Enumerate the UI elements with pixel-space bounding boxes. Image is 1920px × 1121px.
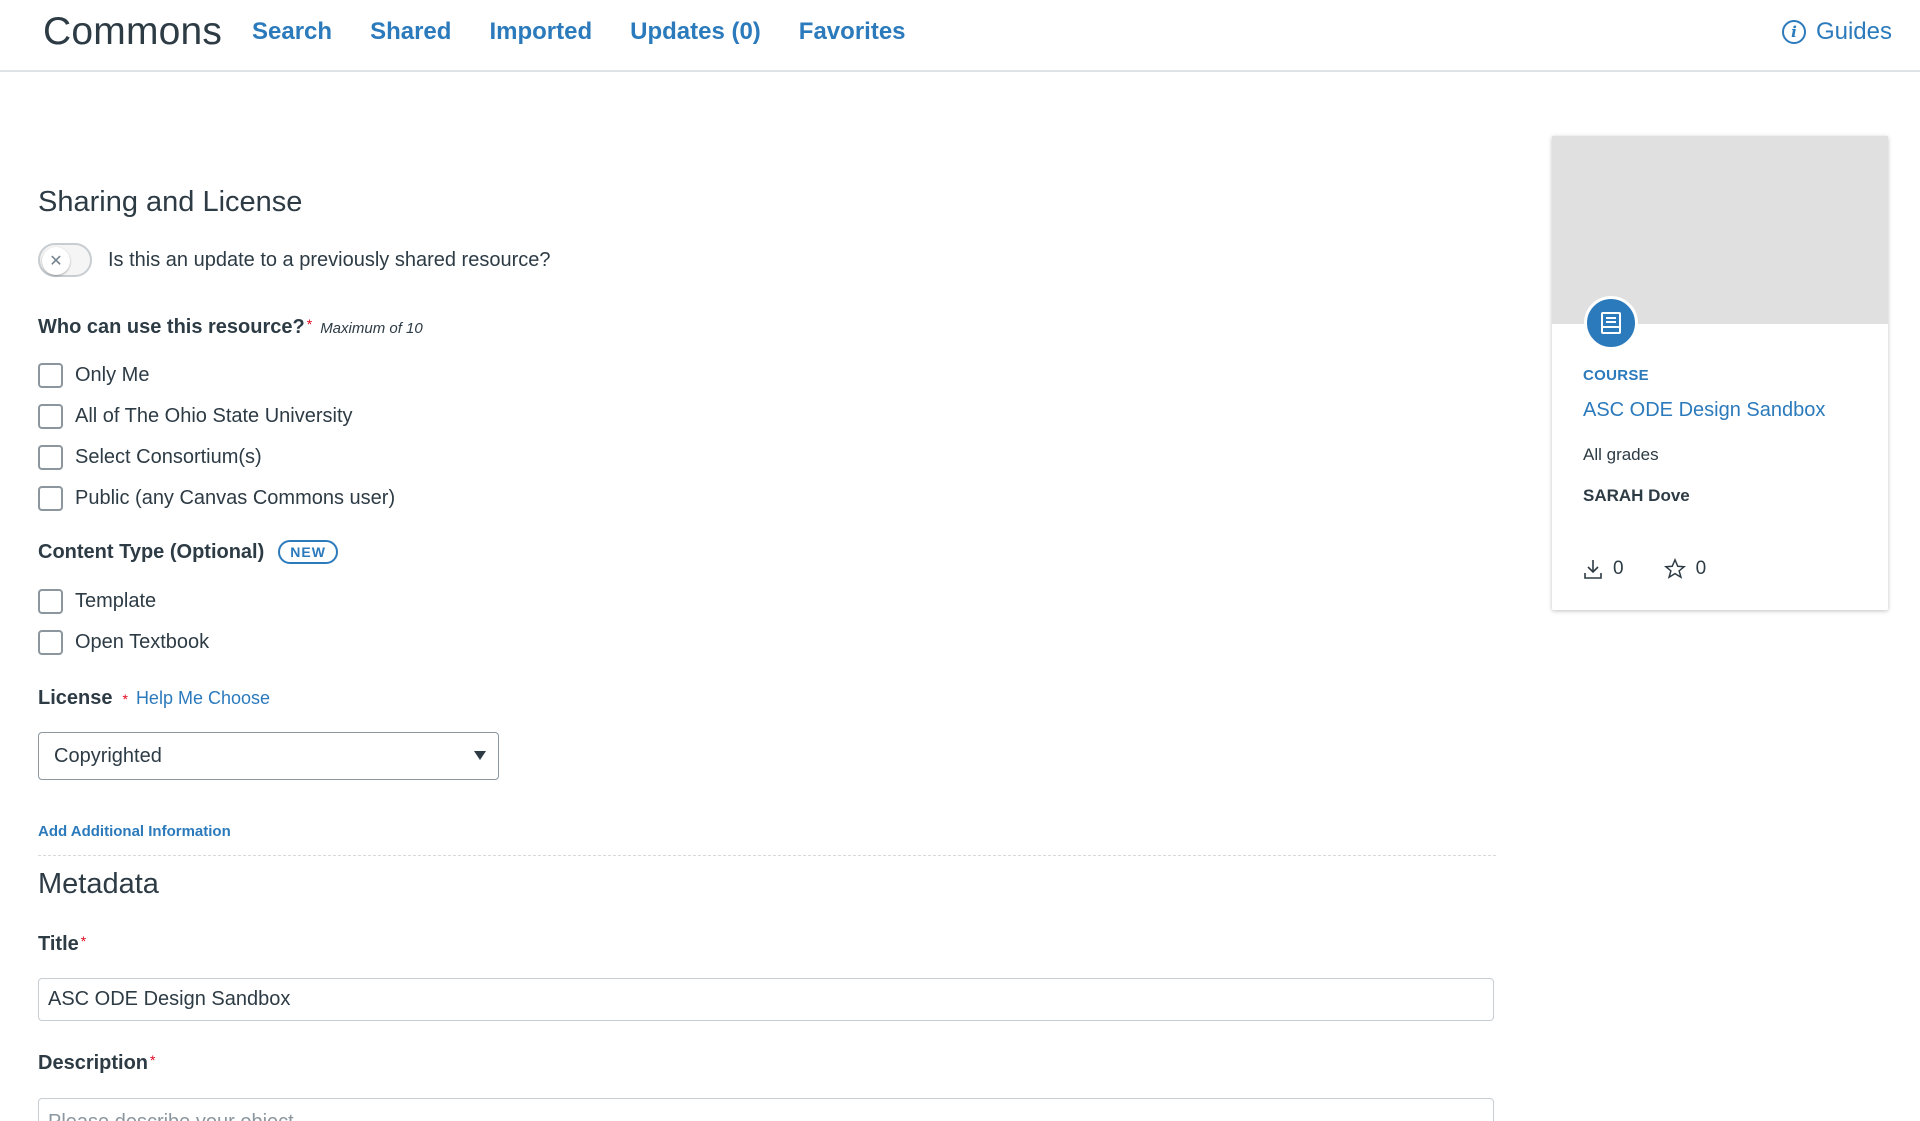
- checkbox[interactable]: [38, 444, 63, 470]
- required-asterisk: *: [122, 691, 128, 707]
- option-open-textbook[interactable]: Open Textbook: [38, 629, 209, 655]
- downloads-count: 0: [1613, 558, 1624, 579]
- nav-favorites[interactable]: Favorites: [799, 18, 906, 46]
- option-label: Only Me: [75, 363, 150, 386]
- required-asterisk: *: [80, 933, 87, 949]
- content-type-label: Content Type (Optional): [38, 540, 265, 563]
- favorites-count: 0: [1695, 558, 1707, 579]
- option-template[interactable]: Template: [38, 588, 209, 614]
- close-icon: ✕: [42, 247, 70, 275]
- who-can-use-options: Only Me All of The Ohio State University…: [38, 362, 395, 511]
- info-icon: i: [1781, 20, 1806, 44]
- update-toggle-label: Is this an update to a previously shared…: [108, 248, 551, 271]
- nav-shared[interactable]: Shared: [370, 18, 451, 46]
- new-badge: NEW: [278, 540, 338, 564]
- course-icon: [1584, 296, 1638, 350]
- option-label: Open Textbook: [75, 630, 210, 653]
- nav-search[interactable]: Search: [252, 18, 332, 46]
- who-can-use-hint: Maximum of 10: [320, 320, 423, 337]
- favorites-stat[interactable]: 0: [1663, 558, 1707, 580]
- card-banner: [1552, 136, 1888, 324]
- nav-imported[interactable]: Imported: [489, 18, 592, 46]
- option-label: All of The Ohio State University: [75, 404, 353, 427]
- required-asterisk: *: [150, 1052, 156, 1068]
- card-type: COURSE: [1583, 367, 1649, 384]
- who-can-use-label: Who can use this resource?: [38, 316, 305, 338]
- license-label-row: License * Help Me Choose: [38, 687, 270, 710]
- content-type-options: Template Open Textbook: [38, 588, 209, 655]
- guides-link[interactable]: i Guides: [1781, 18, 1892, 46]
- license-select[interactable]: Copyrighted: [38, 732, 499, 780]
- download-icon: [1584, 560, 1602, 579]
- brand-title[interactable]: Commons: [43, 10, 222, 54]
- card-grades: All grades: [1583, 445, 1659, 464]
- card-author: SARAH Dove: [1583, 486, 1690, 505]
- update-toggle-row: ✕ Is this an update to a previously shar…: [38, 243, 550, 277]
- help-me-choose-link[interactable]: Help Me Choose: [136, 688, 270, 709]
- content-type-label-row: Content Type (Optional) NEW: [38, 540, 338, 564]
- option-label: Public (any Canvas Commons user): [75, 486, 396, 509]
- title-input[interactable]: ASC ODE Design Sandbox: [38, 978, 1494, 1021]
- who-can-use-label-row: Who can use this resource? * Maximum of 10: [38, 316, 423, 339]
- guides-label: Guides: [1815, 18, 1892, 45]
- checkbox[interactable]: [38, 485, 63, 511]
- top-navigation-bar: Commons Search Shared Imported Updates (…: [0, 0, 1920, 72]
- option-label: Template: [75, 589, 157, 612]
- section-title-metadata: Metadata: [38, 868, 159, 900]
- caret-down-icon: [474, 751, 486, 760]
- option-label: Select Consortium(s): [75, 445, 262, 468]
- description-input[interactable]: Please describe your object: [38, 1098, 1494, 1121]
- downloads-stat[interactable]: 0: [1583, 558, 1624, 580]
- resource-preview-card[interactable]: COURSE ASC ODE Design Sandbox All grades…: [1552, 136, 1888, 610]
- title-label-row: Title *: [38, 933, 86, 956]
- add-additional-info-link[interactable]: Add Additional Information: [38, 823, 231, 840]
- section-title-sharing: Sharing and License: [38, 186, 303, 218]
- description-label: Description: [38, 1052, 149, 1074]
- section-divider: [38, 855, 1496, 856]
- checkbox[interactable]: [38, 362, 63, 388]
- description-label-row: Description *: [38, 1052, 155, 1075]
- checkbox[interactable]: [38, 403, 63, 429]
- card-stats: 0 0: [1583, 558, 1706, 580]
- card-title-link[interactable]: ASC ODE Design Sandbox: [1583, 399, 1825, 422]
- main-nav: Search Shared Imported Updates (0) Favor…: [252, 18, 906, 46]
- option-public[interactable]: Public (any Canvas Commons user): [38, 485, 395, 511]
- title-label: Title: [38, 933, 79, 955]
- license-select-value: Copyrighted: [54, 744, 162, 767]
- nav-updates[interactable]: Updates (0): [630, 18, 761, 46]
- checkbox[interactable]: [38, 588, 63, 614]
- option-consortiums[interactable]: Select Consortium(s): [38, 444, 395, 470]
- update-toggle[interactable]: ✕: [38, 243, 92, 277]
- option-only-me[interactable]: Only Me: [38, 362, 395, 388]
- star-icon: [1663, 558, 1686, 579]
- checkbox[interactable]: [38, 629, 63, 655]
- license-label: License: [38, 687, 113, 709]
- required-asterisk: *: [306, 316, 313, 332]
- option-ohio-state[interactable]: All of The Ohio State University: [38, 403, 395, 429]
